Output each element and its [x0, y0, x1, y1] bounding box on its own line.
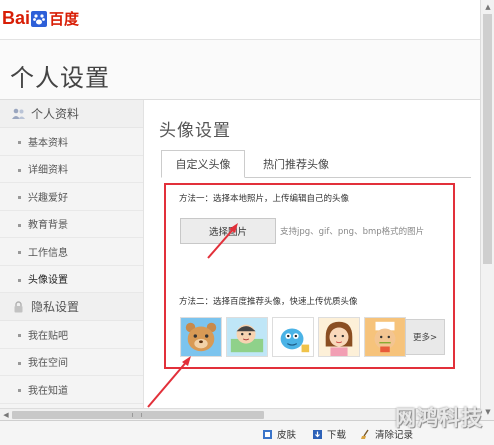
- sidebar-item-avatar[interactable]: 头像设置: [0, 265, 143, 293]
- section-title: 头像设置: [159, 121, 231, 141]
- tab-custom-avatar[interactable]: 自定义头像: [161, 150, 245, 178]
- watermark: 网鸿科技: [395, 406, 483, 430]
- user-group-icon: [12, 108, 25, 120]
- logo-text-en: Bai: [2, 8, 31, 28]
- top-bar: Bai 百度: [0, 0, 480, 40]
- more-avatars-button[interactable]: 更多>: [405, 319, 445, 355]
- skin-label: 皮肤: [277, 430, 297, 441]
- sidebar-item-hobbies[interactable]: 兴趣爱好: [0, 183, 143, 211]
- sidebar-group-privacy[interactable]: 隐私设置: [0, 293, 143, 321]
- select-image-button[interactable]: 选择图片: [180, 218, 276, 244]
- skin-icon: [262, 429, 273, 440]
- paw-icon: [31, 10, 48, 27]
- tab-popular-avatar[interactable]: 热门推荐头像: [251, 150, 341, 178]
- skin-button[interactable]: 皮肤: [262, 426, 296, 442]
- download-icon: [312, 429, 323, 440]
- method1-text: 方法一：选择本地照片，上传编辑自己的头像: [179, 194, 350, 204]
- lock-icon: [12, 300, 25, 313]
- creature-avatar[interactable]: [272, 317, 314, 357]
- vertical-scrollbar[interactable]: ▲ ▼: [480, 0, 494, 420]
- sidebar-group-label: 隐私设置: [31, 300, 80, 314]
- sidebar-item-work[interactable]: 工作信息: [0, 238, 143, 266]
- sidebar-item-space[interactable]: 我在空间: [0, 349, 143, 376]
- download-button[interactable]: 下载: [312, 426, 346, 442]
- scroll-thumb[interactable]: [12, 411, 264, 419]
- girl-avatar[interactable]: [318, 317, 360, 357]
- sidebar-item-detail[interactable]: 详细资料: [0, 156, 143, 183]
- avatar-tabs: 自定义头像 热门推荐头像: [161, 150, 471, 178]
- broom-icon: [360, 429, 371, 440]
- method2-text: 方法二：选择百度推荐头像，快速上传优质头像: [179, 297, 358, 307]
- sidebar-item-zhidao[interactable]: 我在知道: [0, 376, 143, 404]
- sidebar-item-tieba[interactable]: 我在贴吧: [0, 321, 143, 349]
- baidu-logo[interactable]: Bai 百度: [2, 8, 79, 29]
- bear-avatar[interactable]: [180, 317, 222, 357]
- sidebar: 个人资料 基本资料 详细资料 兴趣爱好 教育背景 工作信息 头像设置 隐私设置 …: [0, 100, 144, 420]
- download-label: 下载: [327, 430, 347, 441]
- scroll-thumb[interactable]: [483, 14, 492, 264]
- sidebar-group-label: 个人资料: [31, 107, 80, 121]
- sidebar-item-education[interactable]: 教育背景: [0, 211, 143, 238]
- sidebar-item-basic[interactable]: 基本资料: [0, 128, 143, 156]
- recommended-avatars: [180, 317, 410, 357]
- sidebar-group-profile[interactable]: 个人资料: [0, 100, 143, 128]
- boy-avatar[interactable]: [226, 317, 268, 357]
- format-hint: 支持jpg、gif、png、bmp格式的图片: [280, 227, 425, 237]
- scroll-up-icon[interactable]: ▲: [481, 1, 494, 13]
- page-title: 个人设置: [10, 64, 110, 92]
- page-header: 个人设置: [0, 40, 480, 100]
- logo-text-cn: 百度: [49, 11, 80, 28]
- cook-avatar[interactable]: [364, 317, 406, 357]
